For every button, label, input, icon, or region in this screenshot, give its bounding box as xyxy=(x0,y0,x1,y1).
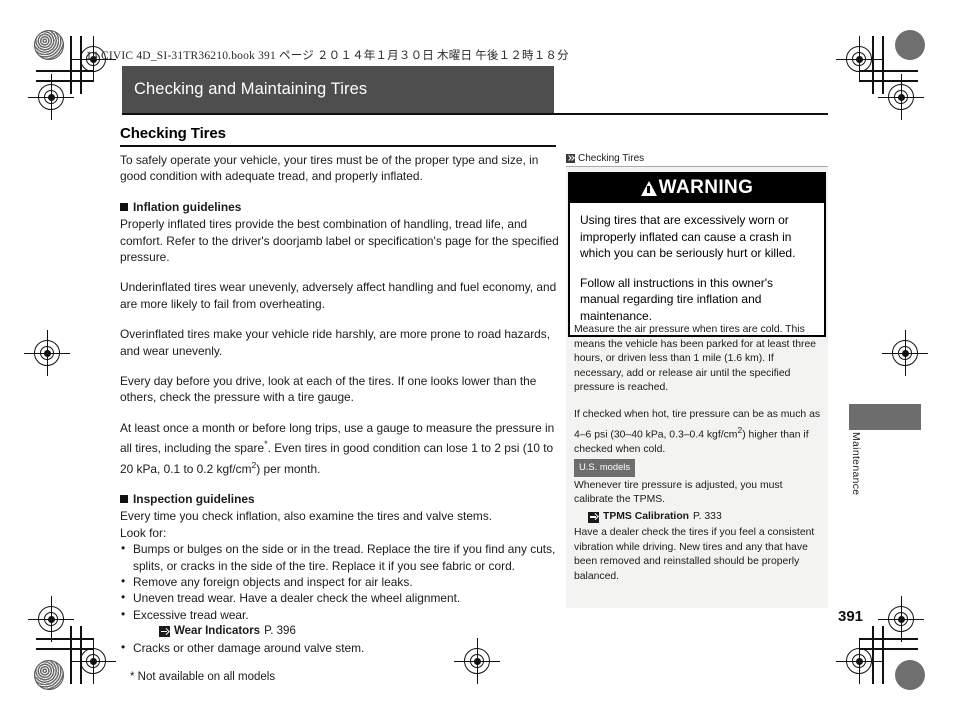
sidebar-note-balancing: Have a dealer check the tires if you fee… xyxy=(574,526,822,584)
inflation-guidelines-heading-text: Inflation guidelines xyxy=(133,199,242,214)
warning-header: WARNING xyxy=(570,174,824,203)
sidebar-note-cold-pressure: Measure the air pressure when tires are … xyxy=(574,323,822,457)
inflation-paragraph-4: Every day before you drive, look at each… xyxy=(120,374,537,405)
inspection-guidelines-heading: Inspection guidelines xyxy=(120,491,560,507)
warning-paragraph-2: Follow all instructions in this owner's … xyxy=(580,275,774,323)
page-number: 391 xyxy=(838,608,864,625)
warning-triangle-icon xyxy=(640,180,657,196)
tpms-calibration-crossreference[interactable]: TPMS Calibration P. 333 xyxy=(588,510,822,525)
sidebar-balancing-paragraph: Have a dealer check the tires if you fee… xyxy=(574,527,815,582)
list-item: Remove any foreign objects and inspect f… xyxy=(120,573,560,590)
wear-indicators-page-ref: P. 396 xyxy=(264,625,296,638)
square-bullet-icon xyxy=(120,495,128,504)
list-item: Uneven tread wear. Have a dealer check t… xyxy=(120,589,560,606)
chapter-title-rule xyxy=(122,113,828,115)
wear-indicators-link-label: Wear Indicators xyxy=(174,625,261,638)
tpms-page-ref: P. 333 xyxy=(693,510,722,522)
main-text-column: To safely operate your vehicle, your tir… xyxy=(120,152,560,686)
sidebar-tab-rule xyxy=(566,166,828,167)
chapter-title: Checking and Maintaining Tires xyxy=(134,80,368,98)
cross-reference-arrow-icon xyxy=(588,511,599,523)
inspection-guidelines-heading-text: Inspection guidelines xyxy=(133,492,255,507)
sidebar-note-paragraph-2: If checked when hot, tire pressure can b… xyxy=(574,408,822,457)
list-item: Excessive tread wear. xyxy=(120,606,560,623)
inflation-p5-text-c: ) per month. xyxy=(256,461,321,476)
inflation-paragraph-3: Overinflated tires make your vehicle rid… xyxy=(120,327,551,358)
inflation-guidelines-heading: Inflation guidelines xyxy=(120,199,560,215)
warning-header-label: WARNING xyxy=(658,177,754,198)
chapter-thumb-tab xyxy=(849,404,921,430)
sidebar-note-paragraph-1: Measure the air pressure when tires are … xyxy=(574,324,817,394)
sidebar-note-tpms: U.S. models Whenever tire pressure is ad… xyxy=(574,459,822,524)
double-chevron-icon xyxy=(566,154,575,163)
inspection-checklist: Bumps or bulges on the side or in the tr… xyxy=(120,540,560,656)
inspection-intro: Every time you check inflation, also exa… xyxy=(120,509,493,524)
chapter-title-bar: Checking and Maintaining Tires xyxy=(122,66,554,113)
inflation-paragraph-5: At least once a month or before long tri… xyxy=(120,420,560,477)
inspection-lookfor: Look for: xyxy=(120,525,167,540)
sidebar-section-tab-label: Checking Tires xyxy=(578,153,645,164)
inflation-paragraph-2: Underinflated tires wear unevenly, adver… xyxy=(120,280,557,311)
section-title-rule xyxy=(120,145,556,147)
sidebar-section-tab: Checking Tires xyxy=(566,153,644,164)
inflation-paragraph-1: Properly inflated tires provide the best… xyxy=(120,217,559,265)
section-title: Checking Tires xyxy=(120,125,226,142)
warning-paragraph-1: Using tires that are excessively worn or… xyxy=(580,213,796,260)
footnote-not-available: * Not available on all models xyxy=(130,671,276,684)
warning-body: Using tires that are excessively worn or… xyxy=(570,203,824,335)
chapter-thumb-label: Maintenance xyxy=(850,432,862,496)
manual-page: Checking and Maintaining Tires Checking … xyxy=(0,0,954,718)
tpms-link-label: TPMS Calibration xyxy=(603,510,690,522)
status-badge-us-models: U.S. models xyxy=(574,459,636,477)
cross-reference-arrow-icon xyxy=(159,625,170,637)
intro-paragraph: To safely operate your vehicle, your tir… xyxy=(120,153,539,184)
list-item: Cracks or other damage around valve stem… xyxy=(120,639,560,656)
xref-row[interactable]: Wear Indicators P. 396 xyxy=(159,623,560,639)
us-models-badge-row: U.S. models xyxy=(574,459,822,479)
section-header: Checking Tires xyxy=(120,125,556,147)
list-item: Bumps or bulges on the side or in the tr… xyxy=(120,540,560,574)
sidebar-tpms-paragraph: Whenever tire pressure is adjusted, you … xyxy=(574,479,783,506)
wear-indicators-crossreference[interactable]: Wear Indicators P. 396 xyxy=(120,623,560,639)
square-bullet-icon xyxy=(120,203,128,212)
warning-callout: WARNING Using tires that are excessively… xyxy=(568,172,826,337)
